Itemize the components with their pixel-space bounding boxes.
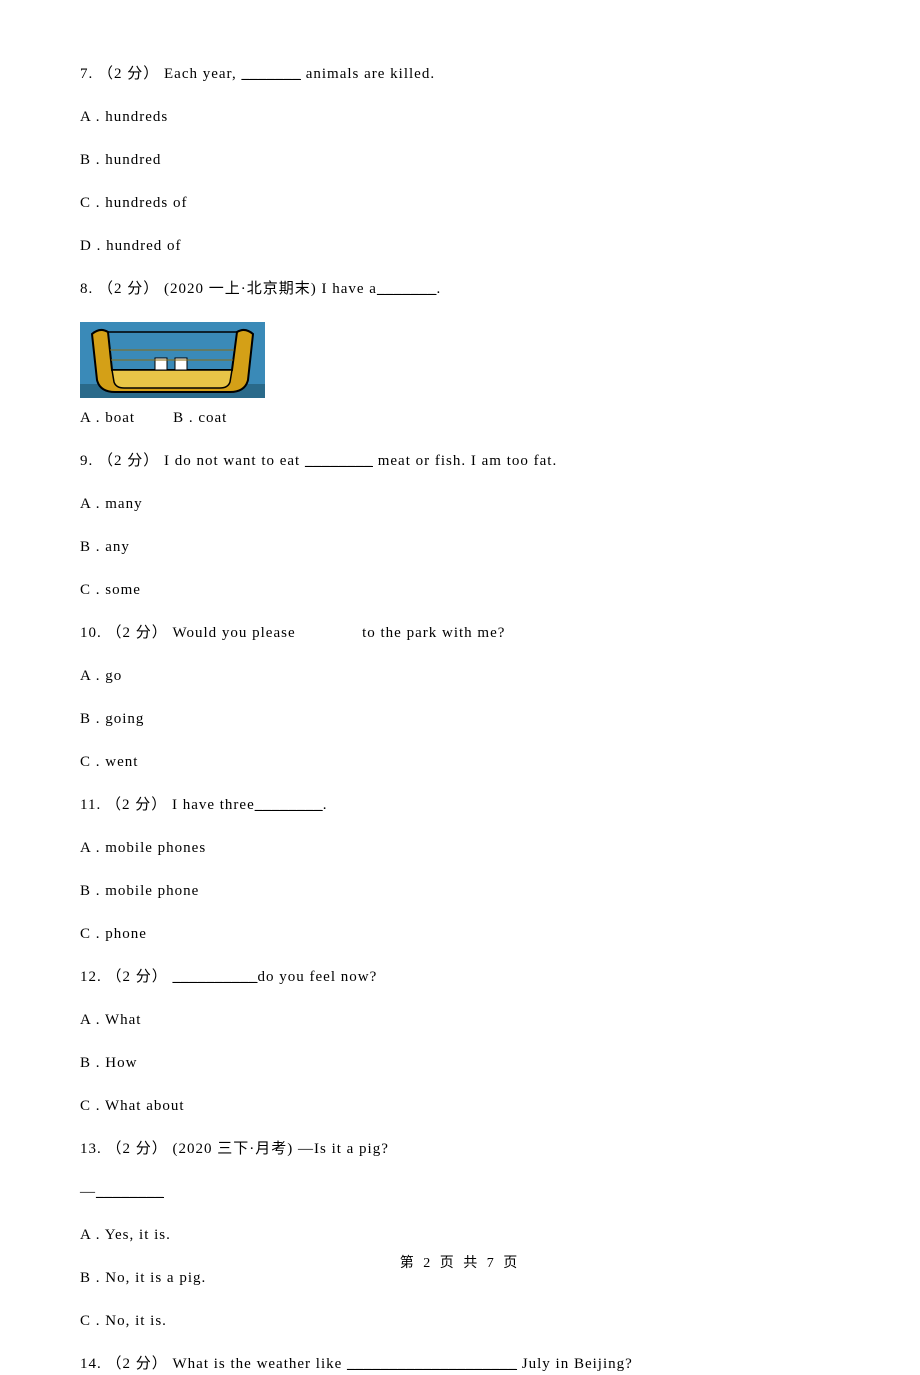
q7-option-c[interactable]: C . hundreds of [80,193,840,214]
q11-option-a[interactable]: A . mobile phones [80,838,840,859]
q13-option-c[interactable]: C . No, it is. [80,1311,840,1332]
question-13-text: 13. （2 分） (2020 三下·月考) —Is it a pig? [80,1139,840,1160]
page-footer: 第 2 页 共 7 页 [0,1254,920,1274]
q12-option-b[interactable]: B . How [80,1053,840,1074]
q9-option-b[interactable]: B . any [80,537,840,558]
q10-option-b[interactable]: B . going [80,709,840,730]
q11-option-b[interactable]: B . mobile phone [80,881,840,902]
q10-option-a[interactable]: A . go [80,666,840,687]
q9-option-a[interactable]: A . many [80,494,840,515]
q7-option-a[interactable]: A . hundreds [80,107,840,128]
question-8-text: 8. （2 分） (2020 一上·北京期末) I have a_______. [80,279,840,300]
question-7-text: 7. （2 分） Each year, _______ animals are … [80,64,840,85]
q8-options-inline[interactable]: A . boat B . coat [80,408,840,429]
q12-option-a[interactable]: A . What [80,1010,840,1031]
q9-option-c[interactable]: C . some [80,580,840,601]
boat-image [80,322,265,398]
q7-option-d[interactable]: D . hundred of [80,236,840,257]
question-10-text: 10. （2 分） Would you please to the park w… [80,623,840,644]
q7-option-b[interactable]: B . hundred [80,150,840,171]
question-11-text: 11. （2 分） I have three________. [80,795,840,816]
question-9-text: 9. （2 分） I do not want to eat ________ m… [80,451,840,472]
q12-option-c[interactable]: C . What about [80,1096,840,1117]
q10-option-c[interactable]: C . went [80,752,840,773]
question-13-dash: —________ [80,1182,840,1203]
question-12-text: 12. （2 分） __________do you feel now? [80,967,840,988]
question-14-text: 14. （2 分） What is the weather like _____… [80,1354,840,1375]
q13-option-a[interactable]: A . Yes, it is. [80,1225,840,1246]
q11-option-c[interactable]: C . phone [80,924,840,945]
